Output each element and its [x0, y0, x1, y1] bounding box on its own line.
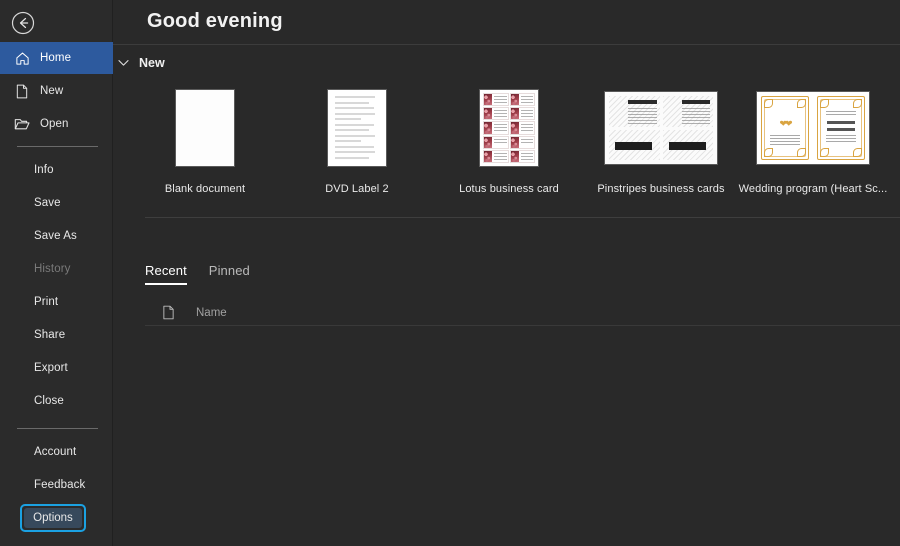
main-content: Good evening New Blank document DVD Labe… [113, 0, 900, 546]
sidebar-item-label: Save As [34, 230, 77, 242]
sidebar-item-feedback[interactable]: Feedback [0, 474, 113, 496]
new-document-icon [14, 83, 30, 99]
template-thumbnail [605, 88, 717, 168]
sidebar-divider-top [17, 146, 98, 147]
sidebar-item-export[interactable]: Export [0, 357, 113, 379]
template-label: DVD Label 2 [325, 183, 389, 195]
tab-pinned[interactable]: Pinned [209, 263, 250, 285]
open-folder-icon [14, 116, 30, 132]
document-icon [160, 305, 176, 321]
sidebar-item-home[interactable]: Home [0, 42, 113, 74]
page-title: Good evening [147, 10, 283, 32]
home-icon [14, 50, 30, 66]
template-gallery: Blank document DVD Label 2 Lotus busines… [129, 88, 900, 195]
template-label: Lotus business card [459, 183, 559, 195]
sidebar: Home New Open Info Save Save As History … [0, 0, 113, 546]
template-label: Blank document [164, 183, 246, 195]
recent-list-header: Name [160, 300, 900, 325]
back-arrow-icon [11, 11, 35, 35]
back-button[interactable] [10, 10, 36, 36]
column-header-name: Name [196, 306, 227, 319]
thumbnail-pinstripes [605, 92, 717, 164]
sidebar-item-label: Info [34, 164, 54, 176]
options-button-label: Options [24, 508, 82, 528]
template-label: Wedding program (Heart Sc... [738, 183, 888, 195]
sidebar-item-history: History [0, 258, 113, 280]
tab-label: Pinned [208, 263, 250, 278]
sidebar-item-label: Export [34, 362, 68, 374]
sidebar-item-label: Close [34, 395, 64, 407]
sidebar-item-close[interactable]: Close [0, 390, 113, 412]
template-dvd-label-2[interactable]: DVD Label 2 [281, 88, 433, 195]
header-divider [113, 44, 900, 45]
thumbnail-lotus [480, 90, 538, 166]
template-thumbnail [176, 88, 234, 168]
section-divider [145, 217, 900, 218]
template-thumbnail [480, 88, 538, 168]
sidebar-item-label: Share [34, 329, 66, 341]
template-blank-document[interactable]: Blank document [129, 88, 281, 195]
template-label: Pinstripes business cards [597, 183, 725, 195]
sidebar-item-account[interactable]: Account [0, 441, 113, 463]
sidebar-primary-nav: Home New Open [0, 42, 113, 140]
template-pinstripes-business-cards[interactable]: Pinstripes business cards [585, 88, 737, 195]
template-lotus-business-card[interactable]: Lotus business card [433, 88, 585, 195]
sidebar-item-save-as[interactable]: Save As [0, 225, 113, 247]
sidebar-item-new[interactable]: New [0, 75, 113, 107]
template-thumbnail: ❤❤ [757, 88, 869, 168]
sidebar-item-info[interactable]: Info [0, 159, 113, 181]
template-thumbnail [328, 88, 386, 168]
thumbnail-wedding: ❤❤ [757, 92, 869, 164]
tab-label: Recent [145, 263, 187, 278]
sidebar-item-print[interactable]: Print [0, 291, 113, 313]
chevron-down-icon [114, 54, 132, 72]
template-wedding-program[interactable]: ❤❤ Wedding program (Heart Sc... [737, 88, 889, 195]
sidebar-item-label: Open [40, 118, 69, 130]
thumbnail-lines [328, 90, 386, 166]
recent-list-divider [145, 325, 900, 326]
thumbnail-blank [176, 90, 234, 166]
sidebar-item-share[interactable]: Share [0, 324, 113, 346]
tab-recent[interactable]: Recent [145, 263, 187, 285]
sidebar-item-label: Home [40, 52, 72, 64]
sidebar-item-label: Save [34, 197, 61, 209]
recent-pinned-tabs: Recent Pinned [145, 263, 250, 285]
sidebar-divider-bottom [17, 428, 98, 429]
sidebar-item-save[interactable]: Save [0, 192, 113, 214]
sidebar-item-open[interactable]: Open [0, 108, 113, 140]
new-section-header[interactable]: New [113, 54, 165, 72]
new-section-label: New [139, 56, 165, 70]
sidebar-item-label: History [34, 263, 71, 275]
sidebar-item-label: Feedback [34, 479, 86, 491]
sidebar-item-label: New [40, 85, 64, 97]
sidebar-item-label: Account [34, 446, 77, 458]
backstage-view: Home New Open Info Save Save As History … [0, 0, 900, 546]
sidebar-item-label: Print [34, 296, 59, 308]
sidebar-item-options[interactable]: Options [20, 504, 86, 532]
